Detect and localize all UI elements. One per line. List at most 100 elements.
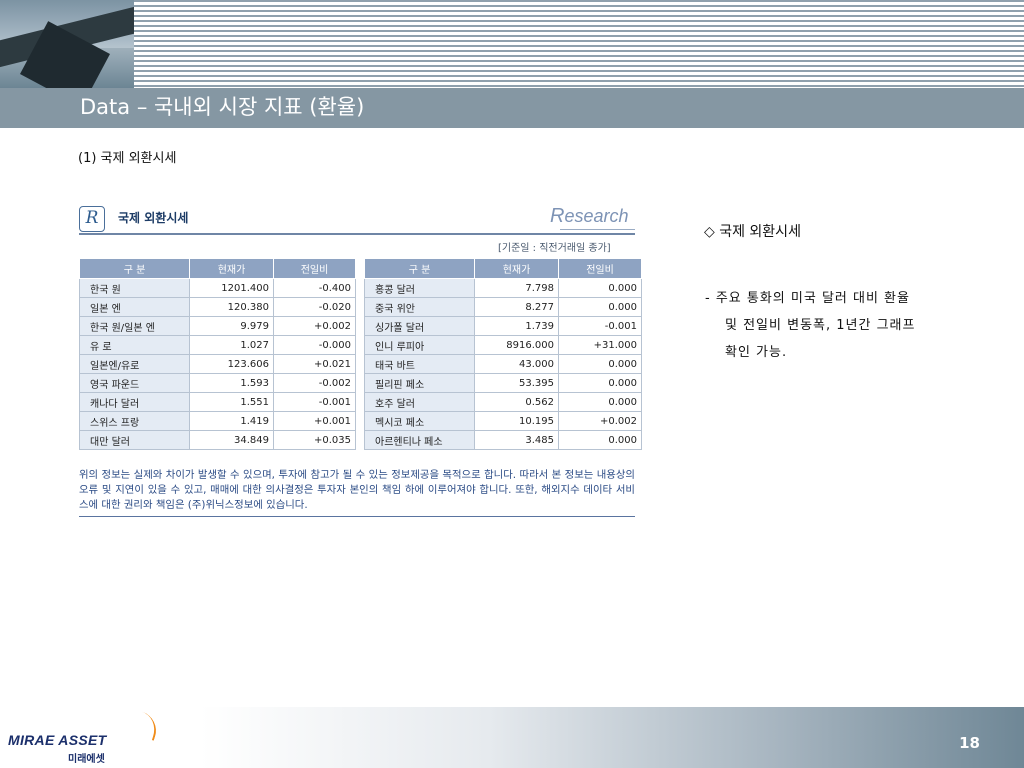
price-cell: 1201.400 [189,278,274,298]
col-header-change: 전일비 [273,258,356,279]
change-cell: -0.000 [273,335,356,355]
header-stripes [134,0,1024,88]
price-cell: 1.419 [189,411,274,431]
research-brand: Research [550,205,629,228]
price-cell: 8916.000 [474,335,559,355]
price-cell: 1.593 [189,373,274,393]
price-cell: 53.395 [474,373,559,393]
currency-name-cell: 태국 바트 [364,354,475,374]
col-header-name: 구 분 [79,258,190,279]
company-logo-korean: 미래에셋 [68,754,105,765]
currency-name-cell: 한국 원/일본 엔 [79,316,190,336]
price-cell: 1.027 [189,335,274,355]
currency-name-cell: 아르헨티나 페소 [364,430,475,450]
currency-name-cell: 홍콩 달러 [364,278,475,298]
currency-name-cell: 일본엔/유로 [79,354,190,374]
research-logo-icon: R [79,206,105,232]
column-gap [355,258,365,279]
currency-name-cell: 영국 파운드 [79,373,190,393]
price-cell: 0.562 [474,392,559,412]
change-cell: +0.001 [273,411,356,431]
title-bar: Data – 국내외 시장 지표 (환율) [0,88,1024,128]
change-cell: +0.002 [558,411,642,431]
currency-name-cell: 한국 원 [79,278,190,298]
notes-line: - 주요 통화의 미국 달러 대비 환율 [705,291,910,306]
brand-initial: R [550,205,565,227]
exchange-rate-table: 구 분 현재가 전일비 구 분 현재가 전일비 한국 원 1201.400 -0.4… [79,258,642,450]
currency-name-cell: 호주 달러 [364,392,475,412]
company-logo: MIRAE ASSET [8,732,107,748]
change-cell: +31.000 [558,335,642,355]
table-body: 한국 원 1201.400 -0.400 홍콩 달러 7.798 0.000 일본 엔 120… [79,278,642,450]
change-cell: 0.000 [558,354,642,374]
price-cell: 3.485 [474,430,559,450]
change-cell: 0.000 [558,392,642,412]
table-row: 한국 원/일본 엔 9.979 +0.002 싱가폴 달러 1.739 -0.001 [79,316,642,336]
logo-swoosh-icon [132,711,162,741]
table-row: 스위스 프랑 1.419 +0.001 멕시코 페소 10.195 +0.002 [79,411,642,431]
price-cell: 43.000 [474,354,559,374]
change-cell: 0.000 [558,297,642,317]
notes-line: 확인 가능. [725,345,788,360]
change-cell: -0.002 [273,373,356,393]
currency-name-cell: 일본 엔 [79,297,190,317]
table-row: 유 로 1.027 -0.000 인니 루피아 8916.000 +31.000 [79,335,642,355]
panel-divider [79,233,635,235]
price-cell: 10.195 [474,411,559,431]
currency-name-cell: 싱가폴 달러 [364,316,475,336]
change-cell: -0.001 [273,392,356,412]
brand-rest: esearch [564,206,629,226]
table-row: 대만 달러 34.849 +0.035 아르헨티나 페소 3.485 0.000 [79,430,642,450]
price-cell: 34.849 [189,430,274,450]
change-cell: +0.002 [273,316,356,336]
price-cell: 1.739 [474,316,559,336]
currency-name-cell: 중국 위안 [364,297,475,317]
header-image [0,0,134,88]
section-subheading: (1) 국제 외환시세 [78,151,177,166]
price-cell: 7.798 [474,278,559,298]
currency-name-cell: 스위스 프랑 [79,411,190,431]
currency-name-cell: 유 로 [79,335,190,355]
column-gap [355,392,365,412]
table-row: 일본엔/유로 123.606 +0.021 태국 바트 43.000 0.000 [79,354,642,374]
column-gap [355,316,365,336]
table-header-row: 구 분 현재가 전일비 구 분 현재가 전일비 [79,258,642,279]
table-row: 영국 파운드 1.593 -0.002 필리핀 페소 53.395 0.000 [79,373,642,393]
column-gap [355,411,365,431]
change-cell: 0.000 [558,430,642,450]
notes-line: 및 전일비 변동폭, 1년간 그래프 [725,318,916,333]
price-cell: 9.979 [189,316,274,336]
currency-name-cell: 대만 달러 [79,430,190,450]
col-header-change: 전일비 [558,258,642,279]
col-header-price: 현재가 [189,258,274,279]
page-number: 18 [959,734,980,752]
change-cell: -0.400 [273,278,356,298]
column-gap [355,354,365,374]
change-cell: -0.020 [273,297,356,317]
disclaimer-rule [79,516,635,517]
price-cell: 1.551 [189,392,274,412]
table-row: 한국 원 1201.400 -0.400 홍콩 달러 7.798 0.000 [79,278,642,298]
column-gap [355,430,365,450]
column-gap [355,373,365,393]
brand-underline [560,229,635,230]
col-header-price: 현재가 [474,258,559,279]
column-gap [355,278,365,298]
page-title: Data – 국내외 시장 지표 (환율) [80,95,365,119]
price-cell: 123.606 [189,354,274,374]
currency-name-cell: 인니 루피아 [364,335,475,355]
col-header-name: 구 분 [364,258,475,279]
currency-name-cell: 캐나다 달러 [79,392,190,412]
disclaimer-text: 위의 정보는 실제와 차이가 발생할 수 있으며, 투자에 참고가 될 수 있는… [79,469,635,511]
change-cell: 0.000 [558,278,642,298]
column-gap [355,335,365,355]
price-cell: 120.380 [189,297,274,317]
currency-name-cell: 필리핀 페소 [364,373,475,393]
change-cell: +0.035 [273,430,356,450]
table-row: 캐나다 달러 1.551 -0.001 호주 달러 0.562 0.000 [79,392,642,412]
currency-name-cell: 멕시코 페소 [364,411,475,431]
change-cell: -0.001 [558,316,642,336]
price-cell: 8.277 [474,297,559,317]
panel-title: 국제 외환시세 [118,211,189,225]
basis-date-note: [기준일 : 직전거래일 종가] [498,243,611,254]
